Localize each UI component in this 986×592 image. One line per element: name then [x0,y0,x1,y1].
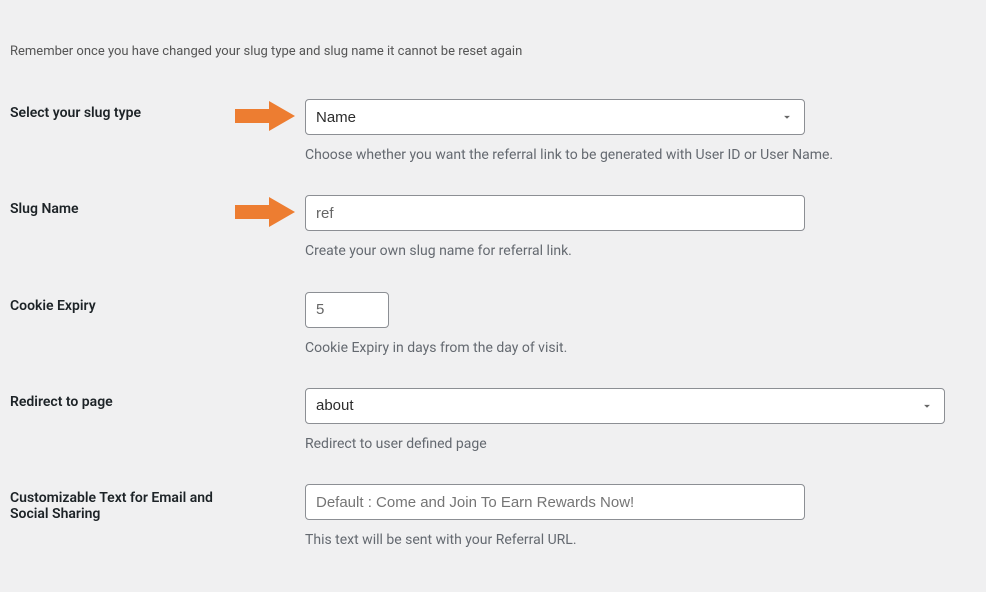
slug-name-label: Slug Name [10,183,235,279]
redirect-label: Redirect to page [10,376,235,472]
redirect-description: Redirect to user defined page [305,434,966,454]
notice-text: Remember once you have changed your slug… [10,44,976,59]
custom-text-description: This text will be sent with your Referra… [305,530,966,550]
custom-text-input[interactable] [305,484,805,520]
cookie-expiry-label: Cookie Expiry [10,280,235,376]
cookie-expiry-description: Cookie Expiry in days from the day of vi… [305,338,966,358]
slug-type-select[interactable]: Name [305,99,805,135]
redirect-select[interactable]: about [305,388,945,424]
arrow-right-icon [235,101,295,131]
slug-name-description: Create your own slug name for referral l… [305,241,966,261]
settings-form: Select your slug type Name Choose whethe… [10,87,976,568]
custom-text-label: Customizable Text for Email and Social S… [10,472,235,568]
arrow-right-icon [235,197,295,227]
slug-type-label: Select your slug type [10,87,235,183]
cookie-expiry-input[interactable] [305,292,389,328]
slug-name-input[interactable] [305,195,805,231]
slug-type-description: Choose whether you want the referral lin… [305,145,966,165]
